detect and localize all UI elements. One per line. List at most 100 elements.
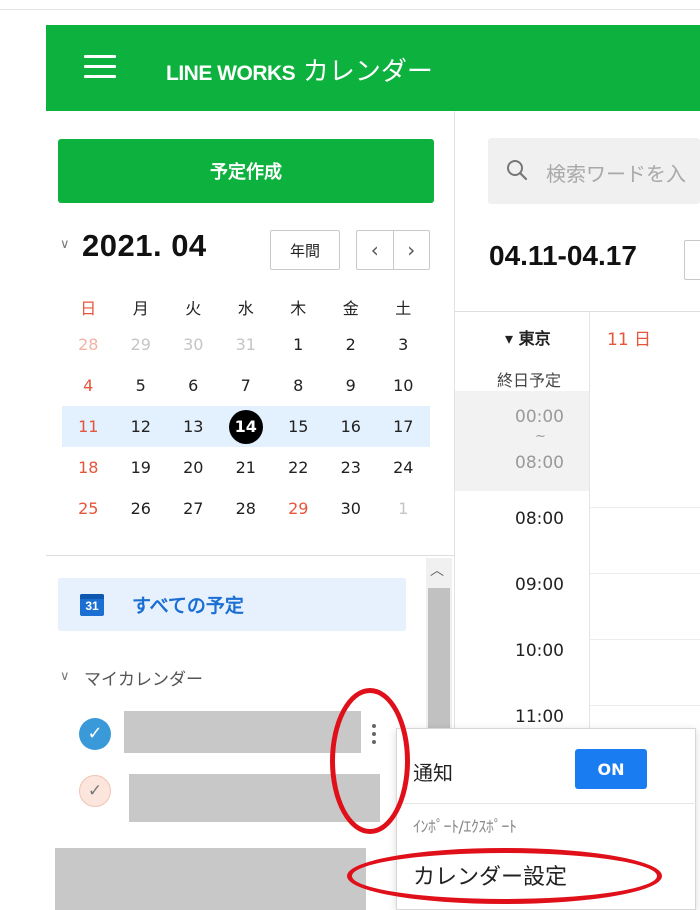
hour-label: 10:00 xyxy=(515,641,564,661)
search-box[interactable]: 検索ワードを入 xyxy=(488,138,700,204)
scroll-up-icon[interactable]: ︿ xyxy=(430,560,444,580)
current-week-row: 11 12 13 14 15 16 17 xyxy=(62,406,430,447)
hour-line xyxy=(589,507,700,508)
month-nav: ‹ › xyxy=(356,230,430,270)
week-range-title: 04.11-04.17 xyxy=(489,240,637,271)
notification-toggle[interactable]: ON xyxy=(575,749,647,789)
day-cell[interactable]: 30 xyxy=(325,499,378,518)
collapsed-hours-block[interactable] xyxy=(455,391,589,491)
hour-line xyxy=(589,573,700,574)
calendar-name-redacted[interactable] xyxy=(124,711,361,753)
calendar-checkbox[interactable]: ✓ xyxy=(79,775,111,807)
day-cell[interactable]: 29 xyxy=(115,335,168,354)
calendar-31-icon: 31 xyxy=(80,594,104,616)
day-header[interactable]: 11 日 xyxy=(607,325,651,350)
collapsed-end-time: 08:00 xyxy=(515,453,564,473)
weekday-mon: 月 xyxy=(132,299,149,318)
day-cell[interactable]: 5 xyxy=(115,376,168,395)
weekday-sat: 土 xyxy=(395,299,412,318)
all-events-label: すべての予定 xyxy=(132,595,244,617)
day-cell[interactable]: 28 xyxy=(220,499,273,518)
search-placeholder: 検索ワードを入 xyxy=(546,162,686,186)
day-cell[interactable]: 1 xyxy=(272,335,325,354)
day-cell[interactable]: 2 xyxy=(325,335,378,354)
mini-calendar: 日 月 火 水 木 金 土 28 29 30 31 1 2 3 4 5 6 7 … xyxy=(62,290,430,529)
day-cell[interactable]: 19 xyxy=(115,458,168,477)
sidebar-separator xyxy=(46,555,454,556)
brand-name: LINE WORKS xyxy=(166,62,296,85)
day-cell[interactable]: 18 xyxy=(62,458,115,477)
day-cell[interactable]: 1 xyxy=(377,499,430,518)
day-cell-holiday[interactable]: 29 xyxy=(272,499,325,518)
chevron-left-icon[interactable]: ‹ xyxy=(357,231,394,269)
week-row: 4 5 6 7 8 9 10 xyxy=(62,365,430,406)
week-row: 18 19 20 21 22 23 24 xyxy=(62,447,430,488)
import-export-item[interactable]: ｲﾝﾎﾟｰﾄ/ｴｸｽﾎﾟｰﾄ xyxy=(413,813,517,837)
annotation-circle-settings xyxy=(347,848,662,904)
hour-label: 08:00 xyxy=(515,509,564,529)
all-events-item[interactable]: 31 すべての予定 xyxy=(58,578,406,631)
collapsed-start-time: 00:00 xyxy=(515,407,564,427)
app-name: カレンダー xyxy=(302,57,433,87)
day-cell[interactable]: 15 xyxy=(272,417,325,436)
top-border xyxy=(0,9,700,10)
weekday-sun: 日 xyxy=(80,299,97,318)
chevron-right-icon[interactable]: › xyxy=(394,231,430,269)
create-event-button[interactable]: 予定作成 xyxy=(58,139,434,203)
day-cell[interactable]: 10 xyxy=(377,376,430,395)
search-icon xyxy=(507,160,528,181)
all-day-label: 終日予定 xyxy=(497,371,562,390)
redacted-block xyxy=(55,848,366,910)
day-cell[interactable]: 28 xyxy=(62,335,115,354)
day-cell[interactable]: 11 xyxy=(62,417,115,436)
day-cell[interactable]: 17 xyxy=(377,417,430,436)
day-cell[interactable]: 23 xyxy=(325,458,378,477)
hour-line xyxy=(589,639,700,640)
collapsed-tilde: ~ xyxy=(535,429,546,444)
menu-icon[interactable] xyxy=(84,55,116,79)
calendar-checkbox-checked[interactable]: ✓ xyxy=(79,718,111,750)
app-header: LINE WORKS カレンダー xyxy=(46,25,700,111)
weekday-thu: 木 xyxy=(290,299,307,318)
day-cell[interactable]: 3 xyxy=(377,335,430,354)
day-cell[interactable]: 16 xyxy=(325,417,378,436)
annotation-circle-menu xyxy=(330,688,410,834)
menu-separator xyxy=(397,803,697,804)
day-cell[interactable]: 9 xyxy=(325,376,378,395)
month-title[interactable]: 2021. 04 xyxy=(82,228,207,264)
month-collapse-icon[interactable]: ∨ xyxy=(60,237,70,252)
weekday-header: 日 月 火 水 木 金 土 xyxy=(62,290,430,324)
weekday-tue: 火 xyxy=(185,299,202,318)
today-cell[interactable]: 14 xyxy=(220,409,273,444)
week-row: 28 29 30 31 1 2 3 xyxy=(62,324,430,365)
app-title: LINE WORKS カレンダー xyxy=(166,51,433,88)
chevron-down-icon[interactable]: ∨ xyxy=(60,669,70,684)
weekday-fri: 金 xyxy=(342,299,359,318)
day-cell[interactable]: 21 xyxy=(220,458,273,477)
day-cell[interactable]: 7 xyxy=(220,376,273,395)
day-cell[interactable]: 26 xyxy=(115,499,168,518)
day-cell[interactable]: 30 xyxy=(167,335,220,354)
today-marker: 14 xyxy=(228,409,263,444)
my-calendars-label[interactable]: マイカレンダー xyxy=(84,665,203,690)
day-cell[interactable]: 27 xyxy=(167,499,220,518)
day-cell[interactable]: 4 xyxy=(62,376,115,395)
timezone-selector[interactable]: ▾ 東京 xyxy=(505,325,551,349)
day-cell[interactable]: 25 xyxy=(62,499,115,518)
day-cell[interactable]: 13 xyxy=(167,417,220,436)
hour-label: 11:00 xyxy=(515,707,564,727)
day-cell[interactable]: 8 xyxy=(272,376,325,395)
notification-label: 通知 xyxy=(413,761,453,785)
hour-line xyxy=(589,705,700,706)
day-cell[interactable]: 31 xyxy=(220,335,273,354)
day-cell[interactable]: 6 xyxy=(167,376,220,395)
grid-top-line xyxy=(455,311,700,312)
view-toggle-button[interactable] xyxy=(684,240,700,280)
day-cell[interactable]: 12 xyxy=(115,417,168,436)
hour-label: 09:00 xyxy=(515,575,564,595)
day-cell[interactable]: 24 xyxy=(377,458,430,477)
day-cell[interactable]: 22 xyxy=(272,458,325,477)
year-view-button[interactable]: 年間 xyxy=(270,230,340,270)
week-row: 25 26 27 28 29 30 1 xyxy=(62,488,430,529)
day-cell[interactable]: 20 xyxy=(167,458,220,477)
